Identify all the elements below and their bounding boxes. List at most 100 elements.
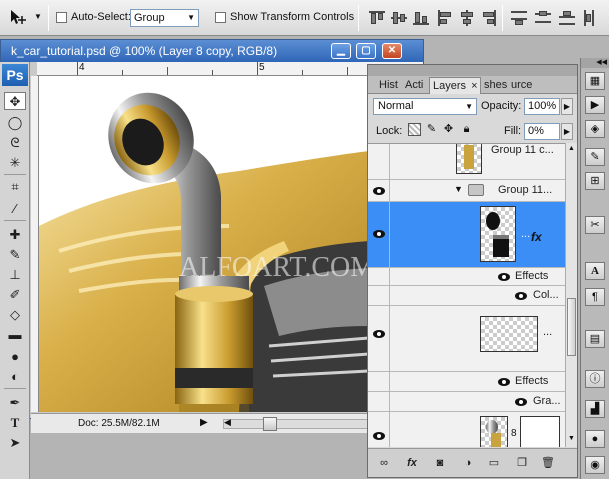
tab-source[interactable]: urce bbox=[508, 77, 538, 94]
new-layer-icon[interactable]: ❐ bbox=[514, 456, 530, 470]
tab-actions[interactable]: Acti bbox=[402, 77, 428, 94]
type-tool-button[interactable]: T bbox=[4, 414, 26, 432]
clone-stamp-tool-button[interactable]: ⊥ bbox=[4, 266, 26, 284]
dock-actions-button[interactable]: ▶ bbox=[585, 96, 605, 114]
scroll-left-arrow-icon[interactable]: ◀ bbox=[224, 417, 231, 428]
layer-row[interactable]: Group 11 c... bbox=[368, 144, 565, 180]
move-tool-button[interactable]: ✥ bbox=[4, 92, 26, 110]
pen-tool-button[interactable]: ✒ bbox=[4, 394, 26, 412]
photoshop-logo[interactable]: Ps bbox=[2, 64, 28, 86]
healing-brush-tool-button[interactable]: ✚ bbox=[4, 226, 26, 244]
eye-icon[interactable] bbox=[373, 330, 385, 338]
image-canvas[interactable]: ALFOART.COM bbox=[39, 76, 369, 412]
visibility-cell[interactable] bbox=[368, 372, 390, 391]
document-size-readout[interactable]: Doc: 25.5M/82.1M bbox=[78, 418, 160, 429]
dodge-tool-button[interactable]: ◐ bbox=[4, 368, 26, 386]
eye-icon[interactable] bbox=[373, 187, 385, 195]
distribute-top-button[interactable] bbox=[510, 9, 528, 27]
layer-list-scroll-thumb[interactable] bbox=[567, 298, 576, 356]
dock-clone-source-button[interactable]: ⊞ bbox=[585, 172, 605, 190]
visibility-cell[interactable] bbox=[368, 144, 390, 179]
dock-collapse-button[interactable]: ◀◀ bbox=[581, 58, 609, 68]
distribute-vcenter-button[interactable] bbox=[534, 9, 552, 27]
brush-tool-button[interactable]: ✎ bbox=[4, 246, 26, 264]
opacity-slider-button[interactable]: ▶ bbox=[561, 98, 573, 115]
layer-row[interactable]: 8 bbox=[368, 412, 565, 447]
align-left-edges-button[interactable] bbox=[436, 9, 454, 27]
restore-button[interactable]: ▢ bbox=[356, 43, 376, 59]
layer-effect-item-row[interactable]: Col... bbox=[368, 286, 565, 306]
close-button[interactable]: ✕ bbox=[382, 43, 402, 59]
visibility-cell[interactable] bbox=[368, 202, 390, 267]
layer-mask-thumbnail[interactable] bbox=[520, 416, 560, 447]
eye-icon[interactable] bbox=[515, 398, 527, 406]
auto-select-checkbox[interactable] bbox=[56, 12, 67, 23]
tab-brushes[interactable]: shes bbox=[481, 77, 508, 94]
lock-image-pixels-icon[interactable]: ✎ bbox=[425, 123, 438, 136]
scroll-up-arrow-icon[interactable]: ▲ bbox=[568, 145, 575, 152]
align-right-edges-button[interactable] bbox=[480, 9, 498, 27]
path-selection-tool-button[interactable]: ➤ bbox=[4, 434, 26, 452]
history-brush-tool-button[interactable]: ✐ bbox=[4, 286, 26, 304]
eye-icon[interactable] bbox=[498, 273, 510, 281]
visibility-cell[interactable] bbox=[368, 412, 390, 447]
dock-character-button[interactable]: A bbox=[585, 262, 605, 280]
marquee-tool-button[interactable]: ◯ bbox=[4, 114, 26, 132]
new-group-icon[interactable]: ▭ bbox=[486, 456, 502, 470]
layer-row[interactable]: ... bbox=[368, 306, 565, 372]
layer-effects-row[interactable]: Effects bbox=[368, 268, 565, 286]
visibility-cell[interactable] bbox=[368, 286, 390, 305]
layer-effects-badge[interactable]: fx bbox=[531, 230, 542, 244]
eye-icon[interactable] bbox=[373, 230, 385, 238]
eyedropper-tool-button[interactable]: ⁄ bbox=[4, 200, 26, 218]
dock-layers-button[interactable]: ◈ bbox=[585, 120, 605, 138]
status-menu-arrow-icon[interactable]: ▶ bbox=[200, 417, 208, 428]
tab-close-icon[interactable]: × bbox=[471, 80, 477, 92]
visibility-cell[interactable] bbox=[368, 306, 390, 371]
visibility-cell[interactable] bbox=[368, 392, 390, 411]
add-layer-style-icon[interactable]: fx bbox=[404, 456, 420, 470]
lock-transparent-pixels-icon[interactable] bbox=[408, 123, 421, 136]
eye-icon[interactable] bbox=[515, 292, 527, 300]
layer-list-scrollbar[interactable]: ▲ ▼ bbox=[565, 143, 577, 447]
link-layers-icon[interactable]: ∞ bbox=[376, 456, 392, 470]
dock-brushes-button[interactable]: ✎ bbox=[585, 148, 605, 166]
horizontal-scroll-thumb[interactable] bbox=[263, 417, 277, 431]
crop-tool-button[interactable]: ⌗ bbox=[4, 178, 26, 196]
visibility-cell[interactable] bbox=[368, 268, 390, 285]
tab-layers[interactable]: Layers × bbox=[429, 77, 481, 94]
distribute-bottom-button[interactable] bbox=[558, 9, 576, 27]
visibility-cell[interactable] bbox=[368, 180, 390, 201]
delete-layer-icon[interactable]: 🗑︎ bbox=[540, 456, 556, 470]
show-transform-checkbox[interactable] bbox=[215, 12, 226, 23]
blur-tool-button[interactable]: ● bbox=[4, 348, 26, 366]
fill-slider-button[interactable]: ▶ bbox=[561, 123, 573, 140]
dock-navigator-button[interactable]: ▦ bbox=[585, 72, 605, 90]
dock-styles-button[interactable]: ● bbox=[585, 430, 605, 448]
layer-group-row[interactable]: ▼ Group 11... bbox=[368, 180, 565, 202]
lasso-tool-button[interactable]: ᘓ bbox=[4, 134, 26, 152]
new-adjustment-layer-icon[interactable]: ◑ bbox=[460, 456, 476, 470]
layer-effect-item-row[interactable]: Gra... bbox=[368, 392, 565, 412]
panel-header-strip[interactable] bbox=[368, 65, 577, 76]
align-top-edges-button[interactable] bbox=[368, 9, 386, 27]
dock-histogram-button[interactable]: ▟ bbox=[585, 400, 605, 418]
layer-effects-row[interactable]: Effects bbox=[368, 372, 565, 392]
magic-wand-tool-button[interactable]: ✳ bbox=[4, 154, 26, 172]
dock-tool-presets-button[interactable]: ✂ bbox=[585, 216, 605, 234]
lock-position-icon[interactable]: ✥ bbox=[442, 123, 455, 136]
gradient-tool-button[interactable]: ▬ bbox=[4, 326, 26, 344]
dock-paragraph-button[interactable]: ¶ bbox=[585, 288, 605, 306]
align-vertical-centers-button[interactable] bbox=[390, 9, 408, 27]
lock-all-icon[interactable]: 🔒︎ bbox=[460, 123, 473, 136]
dock-notes-button[interactable]: ▤ bbox=[585, 330, 605, 348]
layer-row-selected[interactable]: ... fx bbox=[368, 202, 565, 268]
align-horizontal-centers-button[interactable] bbox=[458, 9, 476, 27]
eraser-tool-button[interactable]: ◇ bbox=[4, 306, 26, 324]
minimize-button[interactable]: ▁ bbox=[331, 43, 351, 59]
document-titlebar[interactable]: k_car_tutorial.psd @ 100% (Layer 8 copy,… bbox=[1, 40, 423, 62]
eye-icon[interactable] bbox=[498, 378, 510, 386]
group-collapse-triangle-icon[interactable]: ▼ bbox=[454, 184, 463, 194]
distribute-left-button[interactable] bbox=[582, 9, 600, 27]
dock-info-button[interactable]: ⓘ bbox=[585, 370, 605, 388]
